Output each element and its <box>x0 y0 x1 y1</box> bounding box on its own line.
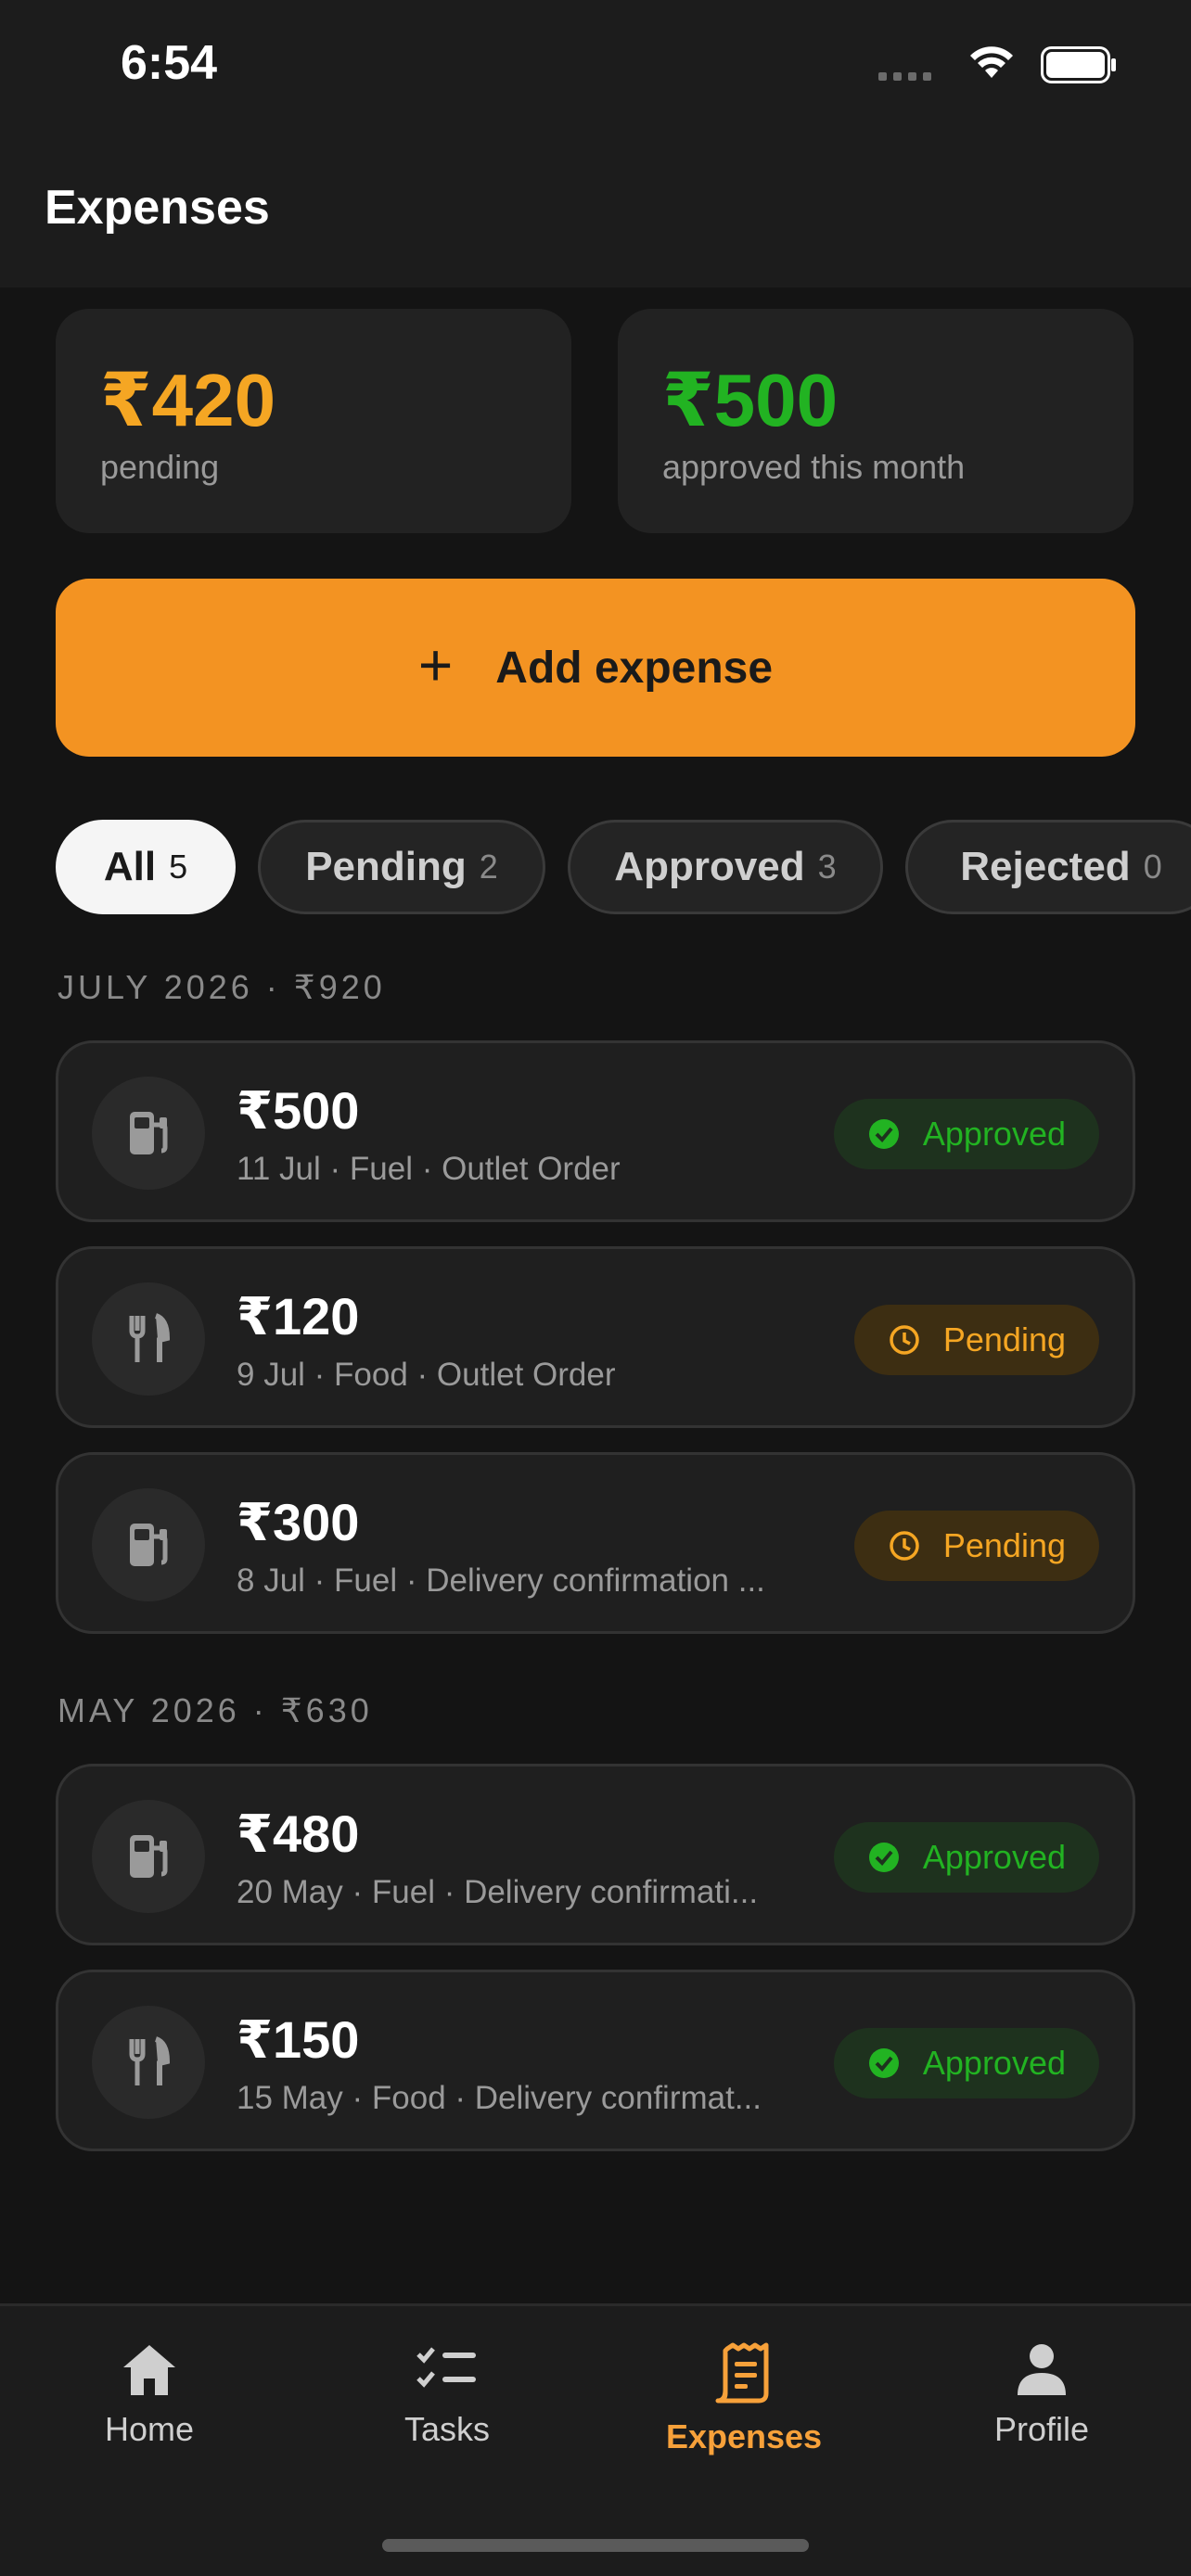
nav-expenses[interactable]: Expenses <box>605 2341 883 2471</box>
check-circle-icon <box>868 1843 899 1872</box>
add-expense-label: Add expense <box>495 643 774 693</box>
expense-icon-wrap <box>92 2006 205 2119</box>
expense-amount: ₹480 <box>237 1804 360 1863</box>
group-header-july: JULY 2026 · ₹920 <box>58 968 386 1006</box>
fuel-icon <box>130 1835 168 1878</box>
expense-item[interactable]: ₹150 15 May · Food · Delivery confirmat.… <box>56 1970 1135 2151</box>
status-label: Pending <box>942 1526 1066 1564</box>
app-header: Expenses <box>0 139 1191 287</box>
chip-label: Approved <box>614 844 805 889</box>
status-badge: Approved <box>833 2028 1099 2098</box>
status-badge: Pending <box>853 1511 1099 1581</box>
group-header-may: MAY 2026 · ₹630 <box>58 1691 373 1729</box>
page-title: Expenses <box>45 181 270 235</box>
expense-amount: ₹150 <box>237 2010 360 2069</box>
expense-item[interactable]: ₹480 20 May · Fuel · Delivery confirmati… <box>56 1764 1135 1945</box>
home-icon <box>123 2345 175 2395</box>
wifi-icon <box>970 46 1013 78</box>
nav-profile[interactable]: Profile <box>903 2341 1181 2471</box>
chip-label: Rejected <box>960 844 1131 889</box>
expense-amount: ₹500 <box>237 1081 360 1140</box>
expense-meta: 20 May · Fuel · Delivery confirmati... <box>237 1874 759 1910</box>
expense-icon-wrap <box>92 1800 205 1913</box>
expense-icon-wrap <box>92 1488 205 1601</box>
status-label: Approved <box>922 2044 1066 2082</box>
nav-tasks[interactable]: Tasks <box>308 2341 586 2471</box>
status-time: 6:54 <box>121 36 218 90</box>
chip-count: 0 <box>1143 848 1162 886</box>
nav-label: Profile <box>993 2410 1090 2448</box>
home-indicator[interactable] <box>382 2539 809 2552</box>
expense-meta: 15 May · Food · Delivery confirmat... <box>237 2080 762 2116</box>
chip-count: 5 <box>169 848 188 886</box>
food-icon <box>129 1313 171 1362</box>
expense-item[interactable]: ₹300 8 Jul · Fuel · Delivery confirmatio… <box>56 1452 1135 1634</box>
fuel-icon <box>130 1112 168 1154</box>
status-label: Pending <box>942 1320 1066 1358</box>
pending-summary-card: ₹420 pending <box>56 309 571 533</box>
bottom-nav: Home Tasks Expenses Profile <box>0 2303 1191 2576</box>
expense-icon-wrap <box>92 1077 205 1190</box>
expense-item[interactable]: ₹120 9 Jul · Food · Outlet Order Pending <box>56 1246 1135 1428</box>
chip-count: 2 <box>479 848 498 886</box>
filter-chip-rejected[interactable]: Rejected 0 <box>905 820 1191 914</box>
status-icons <box>876 45 1117 91</box>
check-circle-icon <box>868 1119 899 1149</box>
filter-chip-all[interactable]: All 5 <box>56 820 236 914</box>
filter-chip-pending[interactable]: Pending 2 <box>258 820 545 914</box>
expense-item[interactable]: ₹500 11 Jul · Fuel · Outlet Order Approv… <box>56 1040 1135 1222</box>
expense-meta: 9 Jul · Food · Outlet Order <box>237 1357 616 1393</box>
nav-label: Home <box>104 2410 195 2448</box>
expense-amount: ₹300 <box>237 1493 360 1551</box>
nav-home[interactable]: Home <box>10 2341 288 2471</box>
expense-icon-wrap <box>92 1282 205 1396</box>
clock-icon <box>890 1325 919 1355</box>
chip-label: All <box>103 844 157 889</box>
status-badge: Pending <box>853 1305 1099 1375</box>
check-circle-icon <box>868 2048 899 2078</box>
nav-label: Tasks <box>403 2410 491 2448</box>
profile-icon <box>1018 2344 1066 2395</box>
filter-chip-approved[interactable]: Approved 3 <box>568 820 883 914</box>
chip-count: 3 <box>817 848 837 886</box>
plus-icon: + <box>417 631 454 698</box>
pending-amount: ₹420 <box>100 359 276 441</box>
filter-chips: All 5 Pending 2 Approved 3 Rejected 0 <box>56 820 1191 914</box>
status-bar: 6:54 <box>0 0 1191 139</box>
clock-icon <box>890 1531 919 1561</box>
status-badge: Approved <box>833 1822 1099 1893</box>
fuel-icon <box>130 1524 168 1566</box>
approved-amount: ₹500 <box>662 359 839 441</box>
status-label: Approved <box>922 1838 1066 1876</box>
expense-meta: 8 Jul · Fuel · Delivery confirmation ... <box>237 1562 765 1599</box>
status-label: Approved <box>922 1115 1066 1153</box>
approved-label: approved this month <box>662 448 966 486</box>
tasks-icon <box>416 2347 476 2388</box>
chip-label: Pending <box>305 844 467 889</box>
nav-label: Expenses <box>665 2417 823 2455</box>
receipt-icon <box>715 2342 769 2404</box>
food-icon <box>129 2036 171 2085</box>
expense-amount: ₹120 <box>237 1287 360 1345</box>
add-expense-button[interactable]: + Add expense <box>56 579 1135 757</box>
expense-meta: 11 Jul · Fuel · Outlet Order <box>237 1151 621 1187</box>
pending-label: pending <box>100 448 220 486</box>
battery-icon <box>1041 46 1116 83</box>
approved-summary-card: ₹500 approved this month <box>618 309 1133 533</box>
status-badge: Approved <box>833 1099 1099 1169</box>
